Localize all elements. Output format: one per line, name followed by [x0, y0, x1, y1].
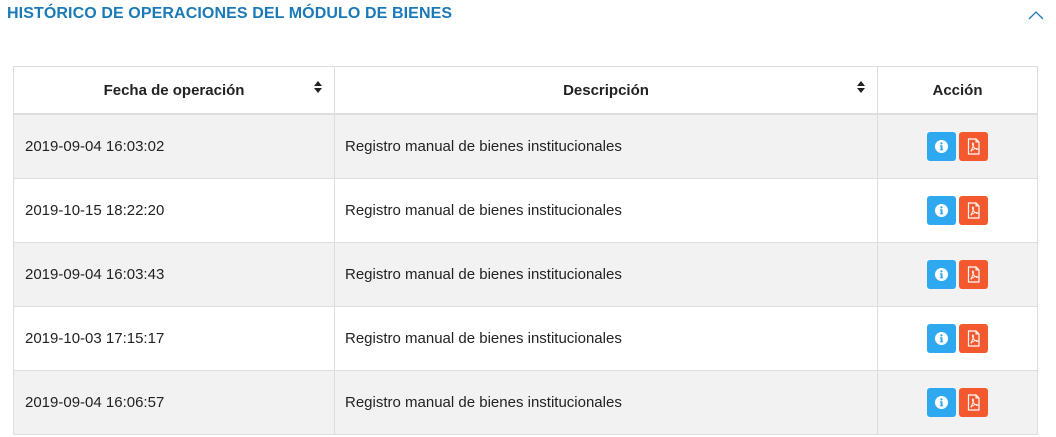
operation-description: Registro manual de bienes institucionale… — [345, 138, 622, 155]
pdf-icon — [967, 202, 980, 219]
table-row: 2019-10-15 18:22:20 Registro manual de b… — [13, 178, 1038, 243]
collapse-toggle-button[interactable] — [1026, 8, 1046, 22]
table-row: 2019-09-04 16:03:43 Registro manual de b… — [13, 242, 1038, 307]
actions-cell — [877, 370, 1038, 435]
operations-table: Fecha de operación Descripción Acción 20… — [13, 66, 1038, 435]
operation-date: 2019-09-04 16:03:43 — [25, 266, 165, 283]
sort-icon[interactable] — [313, 80, 323, 94]
table-header-row: Fecha de operación Descripción Acción — [13, 66, 1038, 115]
operation-date-cell: 2019-09-04 16:03:02 — [13, 113, 335, 179]
table-row: 2019-09-04 16:03:02 Registro manual de b… — [13, 113, 1038, 179]
column-header-action: Acción — [877, 66, 1038, 115]
sort-icon[interactable] — [856, 80, 866, 94]
chevron-up-icon — [1028, 11, 1044, 20]
download-pdf-button[interactable] — [959, 196, 988, 225]
panel-header: HISTÓRICO DE OPERACIONES DEL MÓDULO DE B… — [0, 0, 1056, 32]
operation-date: 2019-09-04 16:03:02 — [25, 138, 165, 155]
column-header-label: Acción — [932, 81, 983, 99]
download-pdf-button[interactable] — [959, 260, 988, 289]
operation-description-cell: Registro manual de bienes institucionale… — [334, 370, 878, 435]
operation-date: 2019-10-03 17:15:17 — [25, 330, 165, 347]
pdf-icon — [967, 330, 980, 347]
info-icon — [935, 332, 948, 345]
download-pdf-button[interactable] — [959, 324, 988, 353]
info-icon — [935, 204, 948, 217]
operation-description: Registro manual de bienes institucionale… — [345, 394, 622, 411]
pdf-icon — [967, 394, 980, 411]
pdf-icon — [967, 266, 980, 283]
operation-date-cell: 2019-09-04 16:03:43 — [13, 242, 335, 307]
info-icon — [935, 268, 948, 281]
pdf-icon — [967, 138, 980, 155]
column-header-label: Fecha de operación — [103, 81, 245, 99]
operation-description: Registro manual de bienes institucionale… — [345, 202, 622, 219]
table-row: 2019-10-03 17:15:17 Registro manual de b… — [13, 306, 1038, 371]
operation-description-cell: Registro manual de bienes institucionale… — [334, 113, 878, 179]
view-details-button[interactable] — [927, 388, 956, 417]
operation-description-cell: Registro manual de bienes institucionale… — [334, 242, 878, 307]
table-row: 2019-09-04 16:06:57 Registro manual de b… — [13, 370, 1038, 435]
actions-cell — [877, 242, 1038, 307]
column-header-date[interactable]: Fecha de operación — [13, 66, 335, 115]
view-details-button[interactable] — [927, 132, 956, 161]
info-icon — [935, 396, 948, 409]
operation-description-cell: Registro manual de bienes institucionale… — [334, 178, 878, 243]
view-details-button[interactable] — [927, 324, 956, 353]
actions-cell — [877, 306, 1038, 371]
view-details-button[interactable] — [927, 196, 956, 225]
operation-date-cell: 2019-10-03 17:15:17 — [13, 306, 335, 371]
download-pdf-button[interactable] — [959, 132, 988, 161]
operation-description: Registro manual de bienes institucionale… — [345, 330, 622, 347]
operation-date-cell: 2019-09-04 16:06:57 — [13, 370, 335, 435]
actions-cell — [877, 113, 1038, 179]
column-header-description[interactable]: Descripción — [334, 66, 878, 115]
panel-title: HISTÓRICO DE OPERACIONES DEL MÓDULO DE B… — [7, 5, 453, 22]
download-pdf-button[interactable] — [959, 388, 988, 417]
column-header-label: Descripción — [563, 81, 649, 99]
operation-date-cell: 2019-10-15 18:22:20 — [13, 178, 335, 243]
view-details-button[interactable] — [927, 260, 956, 289]
operation-description-cell: Registro manual de bienes institucionale… — [334, 306, 878, 371]
actions-cell — [877, 178, 1038, 243]
operation-description: Registro manual de bienes institucionale… — [345, 266, 622, 283]
info-icon — [935, 140, 948, 153]
operation-date: 2019-10-15 18:22:20 — [25, 202, 165, 219]
operation-date: 2019-09-04 16:06:57 — [25, 394, 165, 411]
